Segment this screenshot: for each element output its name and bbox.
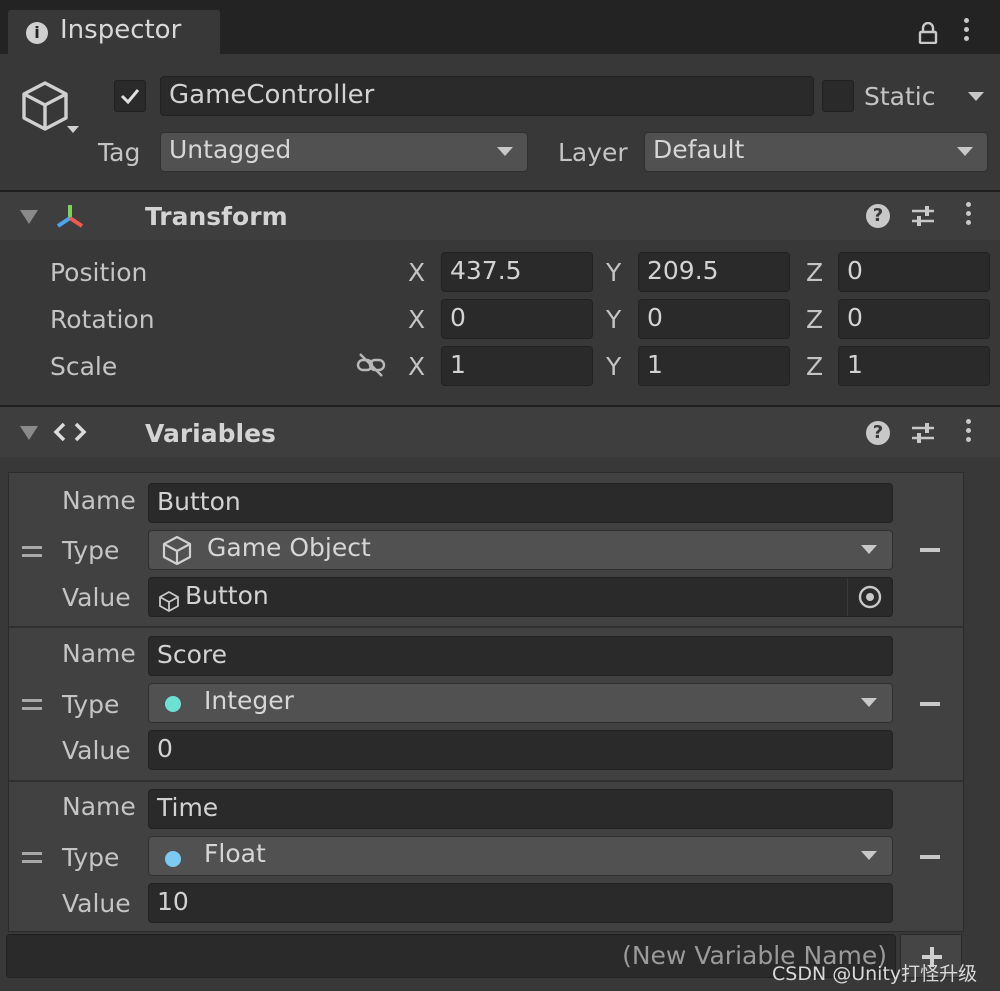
- layer-dropdown[interactable]: Default: [644, 132, 988, 172]
- static-label: Static: [864, 82, 936, 111]
- rotation-x-field[interactable]: 0: [441, 299, 593, 339]
- tab-menu-icon[interactable]: [964, 18, 969, 45]
- divider: [9, 626, 963, 628]
- layer-value: Default: [653, 135, 745, 164]
- cube-icon: [158, 587, 180, 612]
- static-checkbox[interactable]: [822, 80, 854, 112]
- var2-type-value: Integer: [204, 686, 294, 715]
- var3-name-input[interactable]: Time: [148, 789, 893, 829]
- remove-variable-button[interactable]: [920, 702, 940, 706]
- script-icon: [52, 421, 88, 443]
- var1-value-label: Value: [62, 583, 131, 612]
- var2-type-label: Type: [62, 690, 120, 719]
- var3-type-dropdown[interactable]: Float: [148, 836, 893, 876]
- rotation-z-field[interactable]: 0: [838, 299, 990, 339]
- preset-icon[interactable]: [910, 204, 936, 228]
- remove-variable-button[interactable]: [920, 548, 940, 552]
- gameobject-icon[interactable]: [20, 78, 84, 140]
- cube-icon: [161, 535, 193, 566]
- scale-y-field[interactable]: 1: [638, 346, 790, 386]
- new-variable-name-input[interactable]: (New Variable Name): [6, 934, 896, 978]
- transform-icon: [54, 202, 86, 232]
- var1-value-field[interactable]: Button: [148, 577, 893, 617]
- scale-x-field[interactable]: 1: [441, 346, 593, 386]
- preset-icon[interactable]: [910, 421, 936, 445]
- scale-z-field[interactable]: 1: [838, 346, 990, 386]
- rotation-y-label[interactable]: Y: [606, 305, 621, 334]
- scale-y-label[interactable]: Y: [606, 352, 621, 381]
- rotation-y-field[interactable]: 0: [638, 299, 790, 339]
- position-y-field[interactable]: 209.5: [638, 252, 790, 292]
- object-picker-button[interactable]: [847, 578, 892, 616]
- var2-value-label: Value: [62, 736, 131, 765]
- var1-name-input[interactable]: Button: [148, 483, 893, 523]
- drag-handle-icon[interactable]: [22, 852, 42, 868]
- scale-label: Scale: [50, 352, 118, 381]
- variables-header[interactable]: Variables ?: [0, 407, 1000, 457]
- rotation-x-label[interactable]: X: [408, 305, 425, 334]
- transform-title: Transform: [145, 202, 288, 231]
- remove-variable-button[interactable]: [920, 855, 940, 859]
- var1-type-dropdown[interactable]: Game Object: [148, 530, 893, 570]
- watermark: CSDN @Unity打怪升级: [772, 963, 978, 985]
- scale-x-label[interactable]: X: [408, 352, 425, 381]
- transform-header[interactable]: Transform ?: [0, 192, 1000, 240]
- tag-label: Tag: [98, 138, 141, 167]
- integer-type-icon: [165, 696, 181, 712]
- var2-type-dropdown[interactable]: Integer: [148, 683, 893, 723]
- foldout-arrow-icon[interactable]: [20, 210, 38, 224]
- position-x-label[interactable]: X: [408, 258, 425, 287]
- scale-z-label[interactable]: Z: [806, 352, 823, 381]
- position-z-field[interactable]: 0: [838, 252, 990, 292]
- var3-name-label: Name: [62, 792, 136, 821]
- help-icon[interactable]: ?: [866, 204, 890, 228]
- var1-type-value: Game Object: [207, 533, 371, 562]
- component-menu-icon[interactable]: [966, 202, 971, 229]
- position-y-label[interactable]: Y: [606, 258, 621, 287]
- variables-title: Variables: [145, 419, 276, 448]
- var2-name-input[interactable]: Score: [148, 636, 893, 676]
- static-dropdown-icon[interactable]: [968, 92, 984, 101]
- active-checkbox[interactable]: [114, 80, 146, 112]
- rotation-label: Rotation: [50, 305, 155, 334]
- var1-name-label: Name: [62, 486, 136, 515]
- var3-type-label: Type: [62, 843, 120, 872]
- lock-icon[interactable]: [918, 21, 938, 45]
- var1-value: Button: [185, 581, 269, 610]
- var3-value-field[interactable]: 10: [148, 883, 893, 923]
- gameobject-name-input[interactable]: GameController: [160, 76, 814, 116]
- var2-value-field[interactable]: 0: [148, 730, 893, 770]
- position-z-label[interactable]: Z: [806, 258, 823, 287]
- chevron-down-icon: [861, 545, 877, 554]
- float-type-icon: [165, 851, 181, 867]
- inspector-tab[interactable]: i Inspector: [8, 10, 220, 54]
- rotation-z-label[interactable]: Z: [806, 305, 823, 334]
- divider: [9, 780, 963, 782]
- component-menu-icon[interactable]: [966, 419, 971, 446]
- position-x-field[interactable]: 437.5: [441, 252, 593, 292]
- drag-handle-icon[interactable]: [22, 546, 42, 562]
- info-icon: i: [26, 22, 48, 44]
- var3-value-label: Value: [62, 889, 131, 918]
- chevron-down-icon: [861, 851, 877, 860]
- help-icon[interactable]: ?: [866, 421, 890, 445]
- var2-name-label: Name: [62, 639, 136, 668]
- layer-label: Layer: [558, 138, 628, 167]
- unlinked-scale-icon[interactable]: [356, 352, 386, 378]
- var3-type-value: Float: [204, 839, 266, 868]
- var1-type-label: Type: [62, 536, 120, 565]
- drag-handle-icon[interactable]: [22, 699, 42, 715]
- tag-dropdown[interactable]: Untagged: [160, 132, 528, 172]
- position-label: Position: [50, 258, 148, 287]
- chevron-down-icon: [497, 147, 513, 156]
- chevron-down-icon: [861, 698, 877, 707]
- foldout-arrow-icon[interactable]: [20, 426, 38, 440]
- tag-value: Untagged: [169, 135, 292, 164]
- chevron-down-icon: [957, 147, 973, 156]
- tab-title: Inspector: [60, 15, 182, 45]
